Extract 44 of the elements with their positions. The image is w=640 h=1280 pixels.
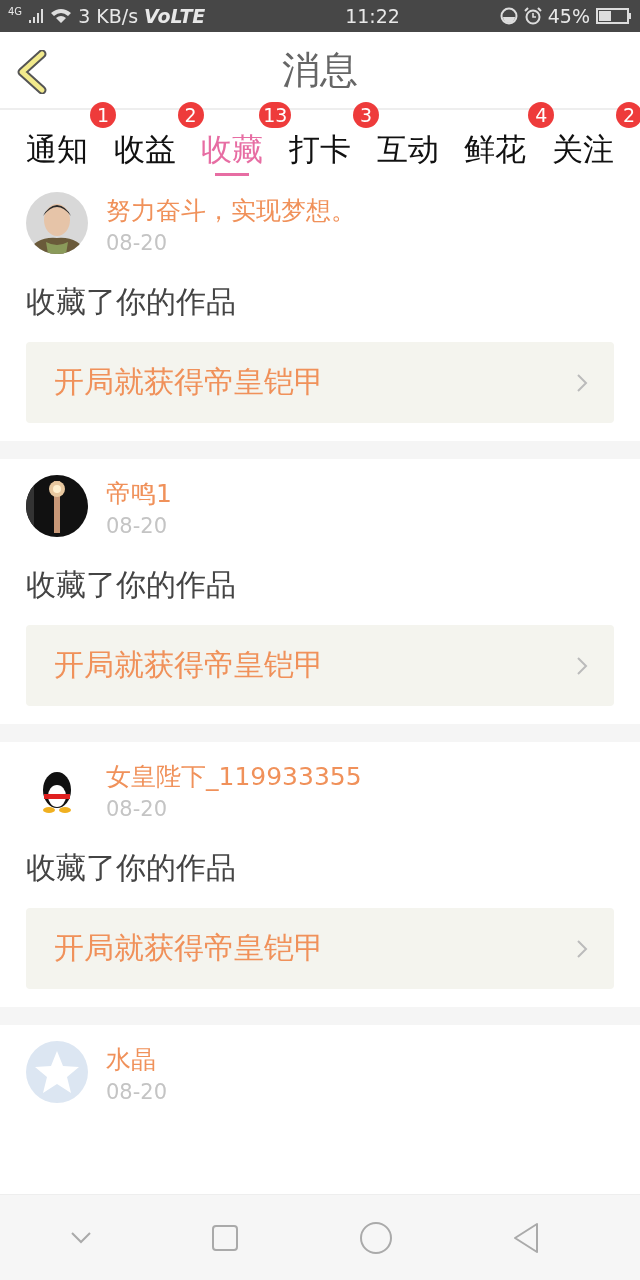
- tab[interactable]: 互动: [376, 110, 439, 176]
- message-text: 收藏了你的作品: [26, 849, 237, 887]
- chevron-right-icon: [576, 655, 588, 676]
- message-date: 08-20: [106, 513, 169, 540]
- count-badge: 13: [259, 102, 292, 128]
- alarm-icon: [523, 7, 542, 25]
- back-icon[interactable]: [16, 50, 48, 94]
- user-name[interactable]: 努力奋斗，实现梦想。: [106, 194, 356, 228]
- user-name[interactable]: 帝鸣1: [106, 477, 172, 511]
- network-speed: 3 KB/s: [78, 5, 139, 27]
- network-type: 4G: [8, 6, 23, 17]
- user-name[interactable]: 水晶: [106, 1043, 168, 1077]
- battery-level: 45%: [547, 5, 590, 27]
- battery-icon: [596, 7, 632, 25]
- clock: 11:22: [344, 5, 400, 27]
- work-link[interactable]: 开局就获得帝皇铠甲: [26, 908, 614, 989]
- work-link[interactable]: 开局就获得帝皇铠甲: [26, 625, 614, 706]
- message-date: 08-20: [106, 1079, 168, 1106]
- work-link[interactable]: 开局就获得帝皇铠甲: [26, 342, 614, 423]
- message-date: 08-20: [106, 796, 169, 823]
- message-text: 收藏了你的作品: [26, 566, 237, 604]
- message-text: 收藏了你的作品: [26, 283, 237, 321]
- tab[interactable]: 通知: [26, 110, 88, 176]
- recents-icon[interactable]: [211, 1223, 240, 1252]
- tab[interactable]: 收益: [113, 110, 176, 176]
- message-date: 08-20: [106, 230, 169, 257]
- count-badge: 2: [177, 102, 204, 128]
- collapse-icon[interactable]: [69, 1230, 92, 1245]
- chevron-right-icon: [576, 938, 588, 959]
- signal-icon: [28, 8, 45, 24]
- count-badge: 3: [352, 102, 379, 128]
- count-badge: 4: [528, 102, 555, 128]
- circle-status-icon: [499, 7, 518, 25]
- tab[interactable]: 鲜花: [464, 110, 527, 176]
- count-badge: 2: [615, 102, 640, 128]
- count-badge: 1: [90, 102, 116, 128]
- tab-underline: [215, 173, 250, 176]
- home-icon[interactable]: [358, 1220, 393, 1255]
- chevron-right-icon: [576, 372, 588, 393]
- volte-label: VoLTE: [144, 5, 206, 27]
- wifi-icon: [50, 8, 73, 24]
- user-name[interactable]: 女皇陛下_119933355: [106, 760, 362, 794]
- page-title: 消息: [282, 46, 358, 94]
- back-nav-icon[interactable]: [512, 1221, 541, 1254]
